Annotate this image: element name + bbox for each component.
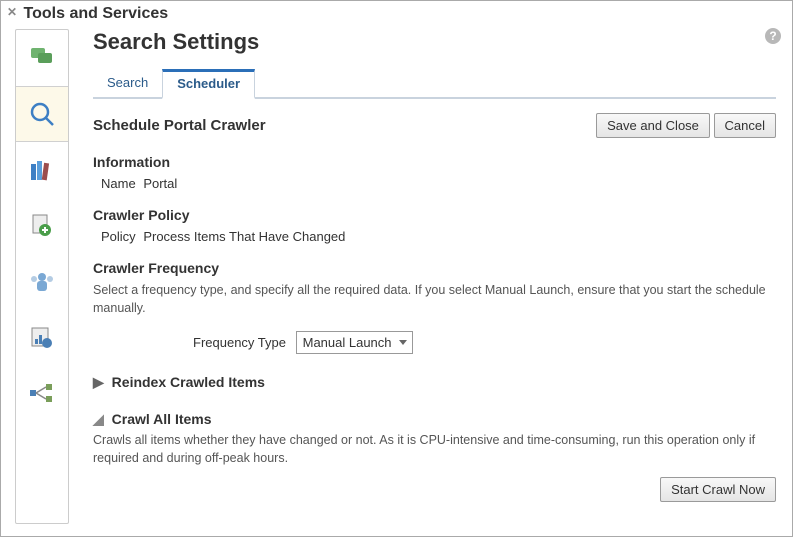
chevron-down-icon: ◢	[93, 411, 104, 428]
frequency-type-value: Manual Launch	[303, 335, 392, 350]
window-title: Tools and Services	[24, 5, 169, 22]
cancel-button[interactable]: Cancel	[714, 113, 776, 138]
sidebar-item-chat[interactable]	[16, 30, 68, 86]
chat-icon	[29, 46, 55, 70]
close-icon[interactable]: ✕	[7, 5, 17, 19]
frequency-type-select[interactable]: Manual Launch	[296, 331, 413, 354]
page-plus-icon	[29, 213, 55, 239]
search-icon	[28, 100, 56, 128]
information-heading: Information	[93, 154, 776, 170]
page-title: Search Settings	[93, 29, 776, 55]
crawl-all-heading: Crawl All Items	[112, 411, 212, 427]
tab-scheduler[interactable]: Scheduler	[162, 69, 255, 99]
sidebar-item-workflow[interactable]	[16, 366, 68, 422]
policy-label: Policy	[101, 229, 136, 244]
crawler-frequency-heading: Crawler Frequency	[93, 260, 776, 276]
sidebar	[15, 29, 69, 524]
tab-search[interactable]: Search	[93, 69, 162, 97]
report-icon	[29, 325, 55, 351]
crawler-frequency-description: Select a frequency type, and specify all…	[93, 282, 776, 317]
name-value: Portal	[143, 176, 177, 191]
crawler-policy-heading: Crawler Policy	[93, 207, 776, 223]
people-icon	[28, 270, 56, 294]
tab-bar: Search Scheduler	[93, 69, 776, 99]
library-icon	[29, 158, 55, 182]
frequency-type-label: Frequency Type	[193, 335, 286, 350]
workflow-icon	[28, 382, 56, 406]
start-crawl-now-button[interactable]: Start Crawl Now	[660, 477, 776, 502]
svg-text:?: ?	[769, 29, 776, 43]
help-icon[interactable]: ?	[764, 27, 782, 50]
sidebar-item-library[interactable]	[16, 142, 68, 198]
crawl-all-description: Crawls all items whether they have chang…	[93, 432, 776, 467]
reindex-heading: Reindex Crawled Items	[112, 374, 265, 390]
policy-value: Process Items That Have Changed	[143, 229, 345, 244]
window-header: ✕ Tools and Services	[1, 1, 792, 29]
section-title: Schedule Portal Crawler	[93, 117, 266, 134]
sidebar-item-report[interactable]	[16, 310, 68, 366]
name-label: Name	[101, 176, 136, 191]
main-content: ? Search Settings Search Scheduler Sched…	[93, 29, 782, 524]
sidebar-item-people[interactable]	[16, 254, 68, 310]
sidebar-item-search[interactable]	[16, 86, 68, 142]
sidebar-item-page-plus[interactable]	[16, 198, 68, 254]
save-and-close-button[interactable]: Save and Close	[596, 113, 710, 138]
crawl-all-disclosure[interactable]: ◢ Crawl All Items	[93, 411, 776, 428]
chevron-right-icon: ▶	[93, 374, 104, 391]
reindex-disclosure[interactable]: ▶ Reindex Crawled Items	[93, 374, 776, 391]
